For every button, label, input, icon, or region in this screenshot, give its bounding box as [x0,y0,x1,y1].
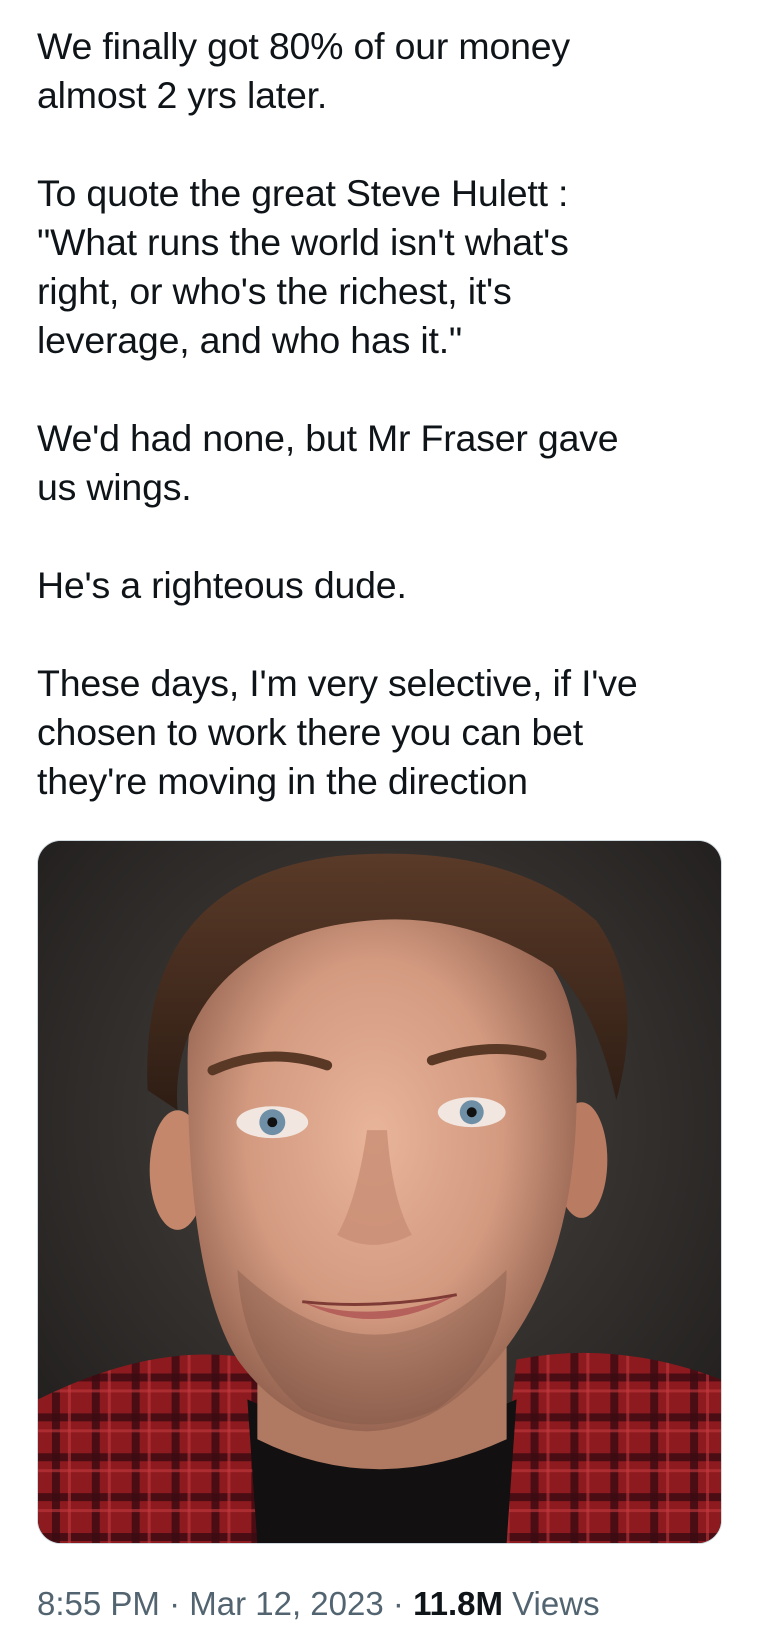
tweet-line: chosen to work there you can bet [37,711,584,753]
tweet-paragraph-2: To quote the great Steve Hulett : "What … [37,169,737,365]
tweet-line: they're moving in the direction [37,760,528,802]
tweet-line: We'd had none, but Mr Fraser gave [37,417,619,459]
portrait-photo-icon [38,841,721,1543]
tweet-line: leverage, and who has it." [37,319,463,361]
tweet-line: He's a righteous dude. [37,564,407,606]
tweet-line: us wings. [37,466,192,508]
tweet-paragraph-1: We finally got 80% of our money almost 2… [37,22,737,120]
tweet-paragraph-3: We'd had none, but Mr Fraser gave us win… [37,414,737,512]
tweet-text: We finally got 80% of our money almost 2… [37,22,737,806]
meta-separator: · [169,1585,181,1622]
tweet-line: "What runs the world isn't what's [37,221,569,263]
meta-separator: · [392,1585,404,1622]
tweet-line: These days, I'm very selective, if I've [37,662,638,704]
tweet-date[interactable]: Mar 12, 2023 [189,1585,383,1622]
tweet-paragraph-4: He's a righteous dude. [37,561,737,610]
tweet-photo[interactable] [37,840,722,1544]
tweet-line: right, or who's the richest, it's [37,270,512,312]
tweet: We finally got 80% of our money almost 2… [0,0,760,1652]
tweet-meta: 8:55 PM · Mar 12, 2023 · 11.8M Views [37,1582,600,1626]
tweet-paragraph-5: These days, I'm very selective, if I've … [37,659,737,806]
tweet-line: almost 2 yrs later. [37,74,328,116]
views-label: Views [512,1585,600,1622]
tweet-line: We finally got 80% of our money [37,25,570,67]
views-count[interactable]: 11.8M [413,1585,503,1622]
tweet-line: To quote the great Steve Hulett : [37,172,569,214]
tweet-time[interactable]: 8:55 PM [37,1585,160,1622]
